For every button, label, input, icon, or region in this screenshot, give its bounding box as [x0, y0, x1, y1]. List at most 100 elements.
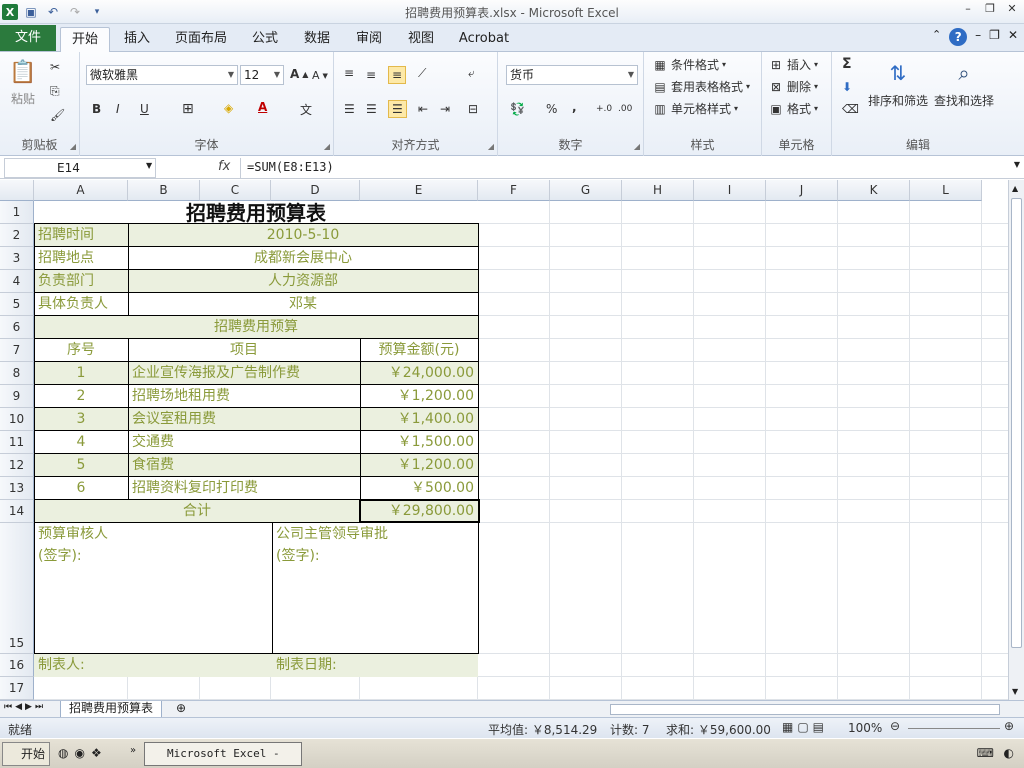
restore-icon[interactable]: ❐: [982, 2, 998, 18]
insert-cells-button[interactable]: ⊞ 插入 ▾: [768, 56, 818, 73]
info-value[interactable]: 2010-5-10: [128, 224, 478, 247]
phonetic-icon[interactable]: 文: [300, 101, 312, 118]
sort-filter-button[interactable]: ⇅ 排序和筛选: [868, 58, 928, 109]
row-header-10[interactable]: 10: [0, 408, 34, 431]
borders-icon[interactable]: ⊞: [182, 101, 194, 117]
row-header-8[interactable]: 8: [0, 362, 34, 385]
item-no[interactable]: 6: [34, 477, 128, 500]
column-header-g[interactable]: G: [550, 180, 622, 201]
maker-label[interactable]: 制表人:: [34, 654, 272, 677]
tab-insert[interactable]: 插入: [114, 27, 160, 52]
item-amount[interactable]: ￥1,400.00: [360, 408, 478, 431]
fill-icon[interactable]: ⬇: [842, 80, 852, 94]
new-sheet-icon[interactable]: ⊕: [176, 701, 186, 715]
row-header-1[interactable]: 1: [0, 201, 34, 224]
number-launcher-icon[interactable]: ◢: [634, 142, 640, 151]
delete-cells-button[interactable]: ⊠ 删除 ▾: [768, 78, 818, 95]
comma-button[interactable]: ,: [572, 100, 577, 114]
align-top-icon[interactable]: ≡: [344, 66, 354, 80]
vertical-scrollbar[interactable]: ▲ ▼: [1008, 180, 1024, 700]
column-header-i[interactable]: I: [694, 180, 766, 201]
row-header-5[interactable]: 5: [0, 293, 34, 316]
zoom-level[interactable]: 100%: [848, 721, 882, 735]
shrink-font-icon[interactable]: A ▼: [312, 69, 328, 82]
fill-color-icon[interactable]: ◈: [224, 101, 233, 115]
column-header-l[interactable]: L: [910, 180, 982, 201]
column-header-e[interactable]: E: [360, 180, 478, 201]
align-left-icon[interactable]: ☰: [344, 102, 355, 116]
date-label[interactable]: 制表日期:: [272, 654, 478, 677]
info-label[interactable]: 负责部门: [34, 270, 128, 293]
doc-restore-icon[interactable]: ❐: [989, 28, 1000, 46]
tab-file[interactable]: 文件: [0, 25, 56, 51]
taskbar-excel-button[interactable]: Microsoft Excel - ...: [144, 742, 302, 766]
active-cell[interactable]: [359, 499, 480, 523]
name-box[interactable]: E14: [4, 158, 156, 178]
accounting-format-icon[interactable]: 💱: [510, 102, 525, 116]
align-center-icon[interactable]: ☰: [366, 102, 377, 116]
column-header-f[interactable]: F: [478, 180, 550, 201]
clipboard-launcher-icon[interactable]: ◢: [70, 142, 76, 151]
item-name[interactable]: 企业宣传海报及广告制作费: [128, 362, 360, 385]
percent-button[interactable]: %: [546, 102, 557, 116]
row-header-11[interactable]: 11: [0, 431, 34, 454]
tab-data[interactable]: 数据: [296, 27, 338, 52]
item-amount[interactable]: ￥1,200.00: [360, 385, 478, 408]
item-name[interactable]: 招聘场地租用费: [128, 385, 360, 408]
column-header-h[interactable]: H: [622, 180, 694, 201]
info-label[interactable]: 招聘时间: [34, 224, 128, 247]
clear-icon[interactable]: ⌫: [842, 102, 859, 116]
align-middle-icon[interactable]: ≡: [366, 68, 376, 82]
item-name[interactable]: 交通费: [128, 431, 360, 454]
minimize-icon[interactable]: –: [960, 2, 976, 18]
reviewer-sign[interactable]: (签字):: [34, 545, 272, 568]
item-amount[interactable]: ￥500.00: [360, 477, 478, 500]
column-header-a[interactable]: A: [34, 180, 128, 201]
format-cells-button[interactable]: ▣ 格式 ▾: [768, 100, 818, 117]
decrease-indent-icon[interactable]: ⇤: [418, 102, 428, 116]
tab-formulas[interactable]: 公式: [244, 27, 286, 52]
close-icon[interactable]: ✕: [1004, 2, 1020, 18]
row-header-4[interactable]: 4: [0, 270, 34, 293]
zoom-slider[interactable]: [908, 728, 1000, 729]
alignment-launcher-icon[interactable]: ◢: [488, 142, 494, 151]
font-name-combo[interactable]: 微软雅黑 ▼: [86, 65, 238, 85]
item-amount[interactable]: ￥1,200.00: [360, 454, 478, 477]
row-header-7[interactable]: 7: [0, 339, 34, 362]
column-header-b[interactable]: B: [128, 180, 200, 201]
row-header-6[interactable]: 6: [0, 316, 34, 339]
start-button[interactable]: 开始: [2, 742, 50, 766]
zoom-in-icon[interactable]: ⊕: [1004, 719, 1014, 733]
doc-close-icon[interactable]: ✕: [1008, 28, 1018, 46]
select-all-corner[interactable]: [0, 180, 34, 201]
font-size-combo[interactable]: 12 ▼: [240, 65, 284, 85]
row-header-2[interactable]: 2: [0, 224, 34, 247]
merge-center-icon[interactable]: ⊟: [468, 102, 478, 116]
row-header-9[interactable]: 9: [0, 385, 34, 408]
info-value[interactable]: 邓某: [128, 293, 478, 316]
section-title[interactable]: 招聘费用预算: [34, 316, 478, 339]
decrease-decimal-button[interactable]: .00: [618, 104, 632, 114]
tab-acrobat[interactable]: Acrobat: [452, 27, 516, 52]
sheet-nav-icon[interactable]: ⏮◀▶⏭: [4, 702, 46, 712]
cut-icon[interactable]: ✂: [50, 60, 60, 74]
reviewer-label[interactable]: 预算审核人: [34, 523, 272, 546]
help-icon[interactable]: ?: [949, 28, 968, 46]
sheet-title[interactable]: 招聘费用预算表: [34, 201, 478, 224]
column-header-j[interactable]: J: [766, 180, 838, 201]
column-header-d[interactable]: D: [271, 180, 360, 201]
item-no[interactable]: 5: [34, 454, 128, 477]
number-format-combo[interactable]: 货币 ▼: [506, 65, 638, 85]
tab-page-layout[interactable]: 页面布局: [170, 27, 232, 52]
column-header-k[interactable]: K: [838, 180, 910, 201]
conditional-format-button[interactable]: ▦ 条件格式 ▾: [652, 56, 726, 73]
item-no[interactable]: 4: [34, 431, 128, 454]
quick-launch-icons[interactable]: ◍◉❖: [58, 746, 108, 760]
horizontal-scrollbar[interactable]: [610, 704, 1000, 715]
header-no[interactable]: 序号: [34, 339, 128, 362]
bold-button[interactable]: B: [92, 102, 101, 116]
find-select-button[interactable]: ⌕ 查找和选择: [934, 58, 994, 109]
doc-minimize-icon[interactable]: –: [975, 28, 981, 46]
item-no[interactable]: 3: [34, 408, 128, 431]
wrap-text-icon[interactable]: ⤶: [468, 66, 475, 81]
